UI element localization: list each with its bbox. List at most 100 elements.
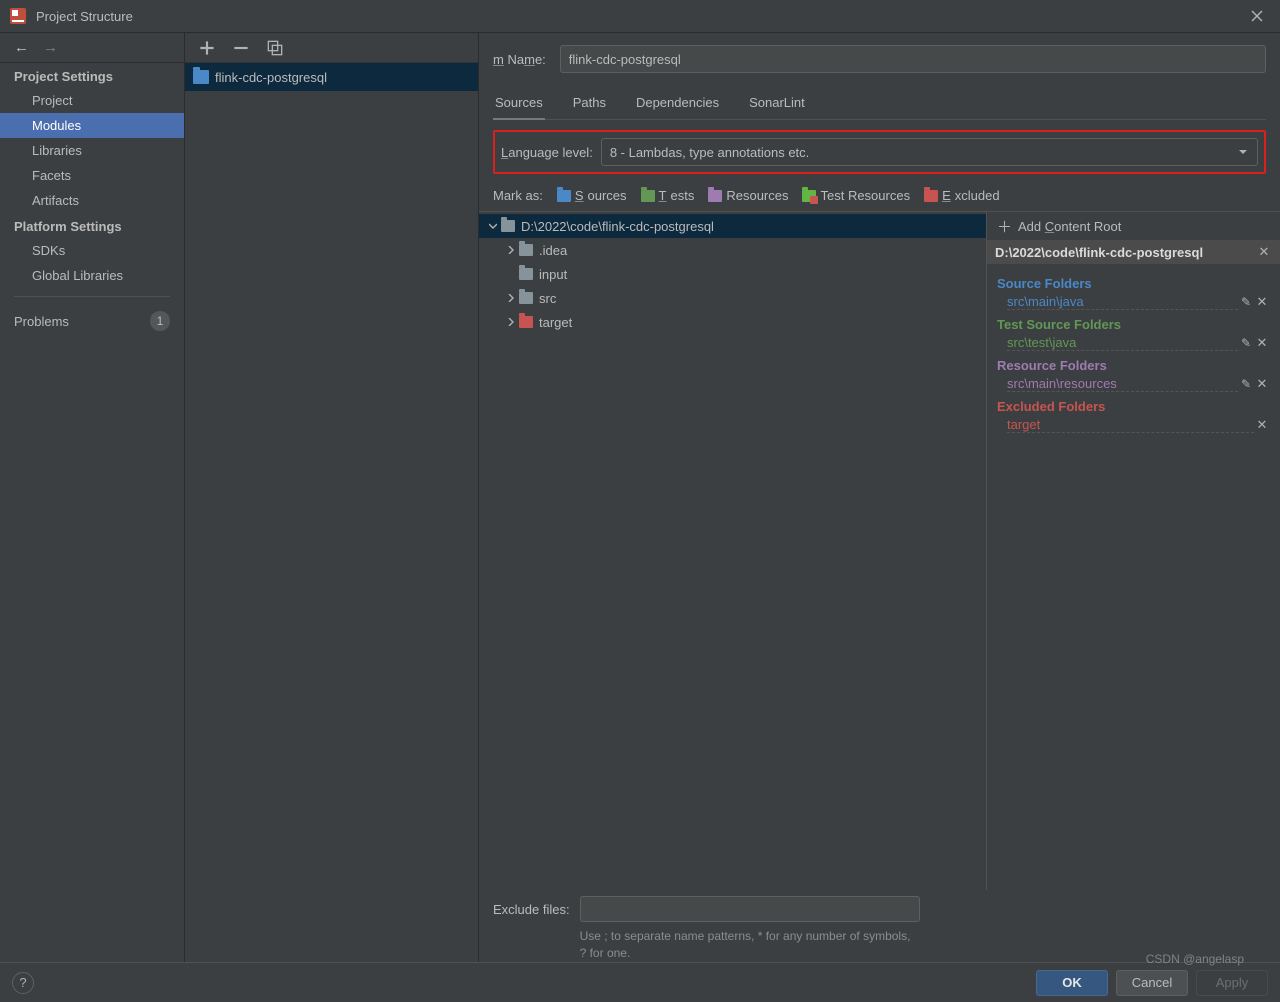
problems-label: Problems (14, 314, 69, 329)
roots-item-label: src\main\java (1007, 294, 1238, 310)
nav-forward-icon: → (43, 39, 58, 56)
folder-excluded-icon (519, 316, 533, 328)
tree-item[interactable]: src (479, 286, 986, 310)
folder-icon (519, 292, 533, 304)
name-label: m Name:Name: (493, 52, 546, 67)
folder-test-resource-icon (802, 190, 816, 202)
remove-icon[interactable]: ✕ (1254, 335, 1270, 351)
sidebar-separator (14, 296, 170, 297)
tree-item-label: .idea (539, 243, 567, 258)
tree-item-label: src (539, 291, 556, 306)
apply-button[interactable]: Apply (1196, 970, 1268, 996)
roots-group-header: Resource Folders (997, 358, 1270, 373)
sidebar-item-sdks[interactable]: SDKs (0, 238, 184, 263)
tree-root-label: D:\2022\code\flink-cdc-postgresql (521, 219, 714, 234)
language-level-label: Language level: (501, 145, 593, 160)
mark-tests[interactable]: TestsTests (641, 188, 695, 203)
add-module-icon[interactable] (199, 40, 215, 56)
folder-test-icon (641, 190, 655, 202)
modules-column: flink-cdc-postgresql (185, 33, 479, 962)
window-close-button[interactable] (1244, 3, 1270, 29)
sidebar-item-artifacts[interactable]: Artifacts (0, 188, 184, 213)
nav-back-icon[interactable]: ← (14, 39, 29, 56)
sidebar-item-libraries[interactable]: Libraries (0, 138, 184, 163)
window-title: Project Structure (36, 9, 133, 24)
tab-paths[interactable]: Paths (571, 91, 608, 119)
language-level-highlight: Language level: Language level: 8 - Lamb… (493, 130, 1266, 174)
app-logo-icon (10, 8, 26, 24)
roots-group-item[interactable]: target✕ (997, 416, 1270, 434)
content-root-path[interactable]: D:\2022\code\flink-cdc-postgresql ✕ (987, 240, 1280, 264)
sidebar-item-global-libraries[interactable]: Global Libraries (0, 263, 184, 288)
language-level-select[interactable]: 8 - Lambdas, type annotations etc. (601, 138, 1258, 166)
add-content-root-button[interactable]: ＋ Add Content Root Add Content Root (987, 212, 1280, 240)
sidebar-nav: ← → (0, 33, 184, 63)
sidebar-category-platform: Platform Settings (0, 213, 184, 238)
sidebar-item-facets[interactable]: Facets (0, 163, 184, 188)
roots-group-item[interactable]: src\test\java✎✕ (997, 334, 1270, 352)
titlebar: Project Structure (0, 0, 1280, 33)
chevron-right-icon[interactable] (503, 294, 519, 302)
roots-group-item[interactable]: src\main\resources✎✕ (997, 375, 1270, 393)
remove-icon[interactable]: ✕ (1254, 417, 1270, 433)
roots-item-label: src\test\java (1007, 335, 1238, 351)
folder-resource-icon (708, 190, 722, 202)
tree-item[interactable]: .idea (479, 238, 986, 262)
tree-item-label: target (539, 315, 572, 330)
exclude-files-label: Exclude files: (493, 896, 570, 917)
ok-button[interactable]: OK (1036, 970, 1108, 996)
language-level-value: 8 - Lambdas, type annotations etc. (610, 145, 809, 160)
tabs: Sources Paths Dependencies SonarLint (493, 91, 1266, 120)
detail-panel: m Name:Name: Sources Paths Dependencies … (479, 33, 1280, 962)
roots-group-header: Source Folders (997, 276, 1270, 291)
watermark: CSDN @angelasp (1146, 952, 1244, 966)
tree-root[interactable]: D:\2022\code\flink-cdc-postgresql (479, 214, 986, 238)
content-roots-panel: ＋ Add Content Root Add Content Root D:\2… (986, 212, 1280, 890)
help-button[interactable]: ? (12, 972, 34, 994)
cancel-button[interactable]: Cancel (1116, 970, 1188, 996)
mark-sources[interactable]: SourcesSources (557, 188, 627, 203)
sidebar-category-project: Project Settings (0, 63, 184, 88)
chevron-right-icon[interactable] (503, 318, 519, 326)
exclude-files-input[interactable] (580, 896, 920, 922)
copy-module-icon[interactable] (267, 40, 283, 56)
roots-item-label: target (1007, 417, 1254, 433)
sidebar-item-modules[interactable]: Modules (0, 113, 184, 138)
folder-source-icon (557, 190, 571, 202)
module-entry[interactable]: flink-cdc-postgresql (185, 63, 478, 91)
module-folder-icon (193, 70, 209, 84)
modules-toolbar (185, 33, 478, 63)
mark-as-label: Mark as: (493, 188, 543, 203)
mark-resources[interactable]: Resources (708, 188, 788, 203)
remove-content-root-icon[interactable]: ✕ (1256, 244, 1272, 260)
dialog-footer: ? OK Cancel Apply (0, 962, 1280, 1002)
tab-dependencies[interactable]: Dependencies (634, 91, 721, 119)
edit-icon[interactable]: ✎ (1238, 377, 1254, 391)
sidebar-item-project[interactable]: Project (0, 88, 184, 113)
tree-item[interactable]: input (479, 262, 986, 286)
remove-icon[interactable]: ✕ (1254, 376, 1270, 392)
tab-sources[interactable]: Sources (493, 91, 545, 120)
roots-item-label: src\main\resources (1007, 376, 1238, 392)
module-name-input[interactable] (560, 45, 1266, 73)
mark-as-row: Mark as: SourcesSources TestsTests Resou… (493, 188, 1266, 203)
plus-icon: ＋ (997, 216, 1012, 237)
roots-group-header: Excluded Folders (997, 399, 1270, 414)
roots-group-header: Test Source Folders (997, 317, 1270, 332)
mark-excluded[interactable]: ExcludedExcluded (924, 188, 999, 203)
edit-icon[interactable]: ✎ (1238, 295, 1254, 309)
mark-test-resources[interactable]: Test Resources (802, 188, 910, 203)
tab-sonarlint[interactable]: SonarLint (747, 91, 807, 119)
remove-icon[interactable]: ✕ (1254, 294, 1270, 310)
chevron-right-icon[interactable] (503, 246, 519, 254)
exclude-files-hint: Use ; to separate name patterns, * for a… (580, 928, 920, 962)
roots-group-item[interactable]: src\main\java✎✕ (997, 293, 1270, 311)
content-tree: D:\2022\code\flink-cdc-postgresql .idea i… (479, 212, 986, 890)
remove-module-icon[interactable] (233, 40, 249, 56)
folder-icon (519, 244, 533, 256)
edit-icon[interactable]: ✎ (1238, 336, 1254, 350)
tree-item[interactable]: target (479, 310, 986, 334)
sidebar-item-problems[interactable]: Problems 1 (0, 305, 184, 337)
chevron-down-icon[interactable] (485, 222, 501, 230)
problems-count-badge: 1 (150, 311, 170, 331)
